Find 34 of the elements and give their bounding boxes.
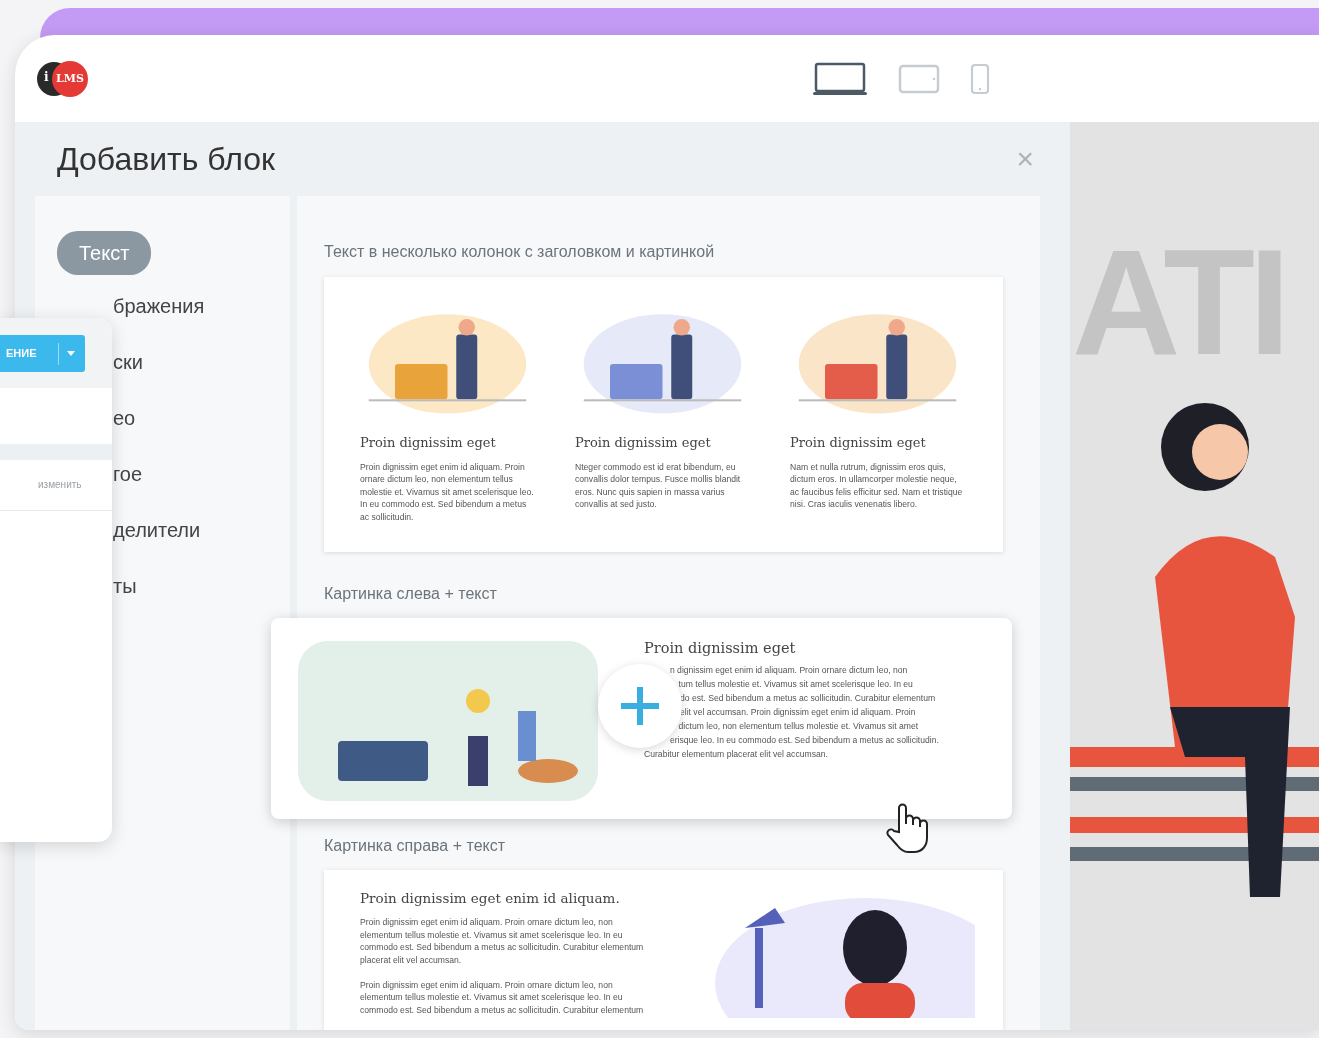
text-line: elit vel accumsan. Proin dignissim eget enim id aliquam. Proin	[680, 706, 916, 719]
logo: i LMS	[37, 59, 89, 98]
hand-cursor-icon	[883, 802, 931, 854]
block-template[interactable]	[324, 870, 1003, 1030]
section-label: Текст в несколько колонок с заголовком и картинкой	[324, 242, 716, 262]
desktop-view-button[interactable]	[812, 60, 868, 97]
block-template[interactable]	[324, 277, 1003, 552]
section-label: Картинка справа + текст	[324, 836, 507, 856]
text-line: Curabitur elementum placerat elit vel accumsan.	[644, 748, 828, 761]
dialog-title: Добавить блок	[56, 140, 276, 179]
category-item[interactable]: ски	[113, 345, 143, 380]
category-item[interactable]: бражения	[113, 289, 205, 324]
category-item[interactable]: делители	[113, 513, 201, 548]
column-text: Nteger commodo est id erat bibendum, eu convallis dolor tempus. Fusce mollis blandit eros. Nunc quis sapien in massa varius convallis at sed justo.	[575, 460, 742, 511]
column-heading: Proin dignissim eget	[360, 434, 497, 452]
text-line: dictum leo, non elementum tellus molestie et. Vivamus sit amet	[678, 720, 919, 733]
block-heading: Proin dignissim eget	[644, 641, 797, 655]
column-heading: Proin dignissim eget	[790, 434, 927, 452]
column-heading: Proin dignissim eget	[575, 434, 712, 452]
block-text: Proin dignissim eget enim id aliquam. Proin ornare dictum leo, non elementum tellus molestie et. Vivamus sit amet scelerisque leo. In eu commodo est. Sed bibendum a metus ac sollicitudin. Curabitur elementum	[360, 978, 645, 1017]
text-line: tum tellus molestie et. Vivamus sit amet scelerisque leo. In eu	[678, 678, 913, 691]
section-label: Картинка слева + текст	[324, 584, 498, 604]
column-text: Proin dignissim eget enim id aliquam. Proin ornare dictum leo, non elementum tellus molestie et. Vivamus sit amet scelerisque leo. In eu commodo est. Sed bibendum a metus ac sollicitudin.	[360, 460, 535, 524]
plus-icon	[619, 685, 661, 727]
category-item[interactable]: гое	[113, 457, 143, 492]
caret-icon	[67, 351, 75, 356]
input-field[interactable]	[0, 388, 112, 444]
block-text: Proin dignissim eget enim id aliquam. Proin ornare dictum leo, non elementum tellus molestie et. Vivamus sit amet scelerisque leo. In eu commodo est. Sed bibendum a metus ac sollicitudin. Curabitur elementum placerat elit vel accumsan.	[360, 916, 645, 967]
block-heading: Proin dignissim eget enim id aliquam.	[360, 889, 621, 908]
column-text: Nam et nulla rutrum, dignissim eros quis, dictum eros. In ullamcorper molestie neque, ac faucibus felis efficitur sed. Nam et tristique nisi. Cras iaculis venenatis libero.	[790, 460, 964, 511]
category-item[interactable]: ты	[113, 569, 137, 604]
text-line: erisque leo. In eu commodo est. Sed bibendum a metus ac sollicitudin.	[669, 734, 939, 747]
category-item[interactable]: ео	[113, 401, 136, 436]
text-line: n dignissim eget enim id aliquam. Proin ornare dictum leo, non	[669, 664, 908, 677]
